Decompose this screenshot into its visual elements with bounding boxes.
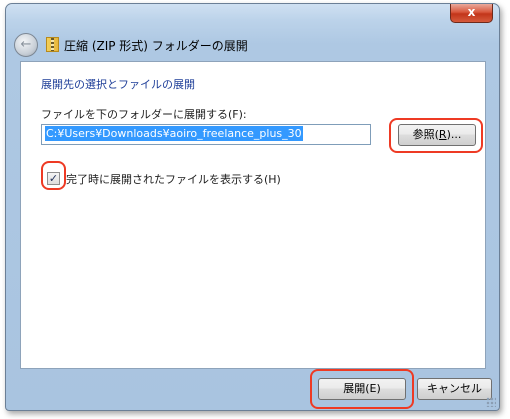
close-button[interactable]: x (450, 4, 493, 23)
cancel-button[interactable]: キャンセル (417, 378, 492, 400)
close-icon: x (467, 5, 476, 19)
path-value: C:¥Users¥Downloads¥aoiro_freelance_plus_… (45, 126, 303, 141)
destination-path-input[interactable]: C:¥Users¥Downloads¥aoiro_freelance_plus_… (41, 124, 371, 145)
destination-label: ファイルを下のフォルダーに展開する(F): (41, 108, 247, 121)
show-files-label[interactable]: 完了時に展開されたファイルを表示する(H) (66, 171, 281, 187)
browse-highlight (389, 118, 483, 153)
back-arrow-icon: ← (20, 37, 32, 52)
section-heading: 展開先の選択とファイルの展開 (41, 78, 195, 91)
checkbox-highlight (41, 161, 66, 190)
window-title: 圧縮 (ZIP 形式) フォルダーの展開 (64, 39, 248, 53)
content-panel: 展開先の選択とファイルの展開 ファイルを下のフォルダーに展開する(F): C:¥… (20, 61, 486, 369)
extract-highlight (310, 369, 414, 409)
dialog-window: x ← 圧縮 (ZIP 形式) フォルダーの展開 展開先の選択とファイルの展開 … (5, 3, 500, 411)
resize-grip[interactable] (486, 397, 496, 407)
zip-folder-icon (46, 37, 59, 52)
back-button[interactable]: ← (14, 33, 38, 57)
titlebar: ← 圧縮 (ZIP 形式) フォルダーの展開 (14, 32, 484, 58)
